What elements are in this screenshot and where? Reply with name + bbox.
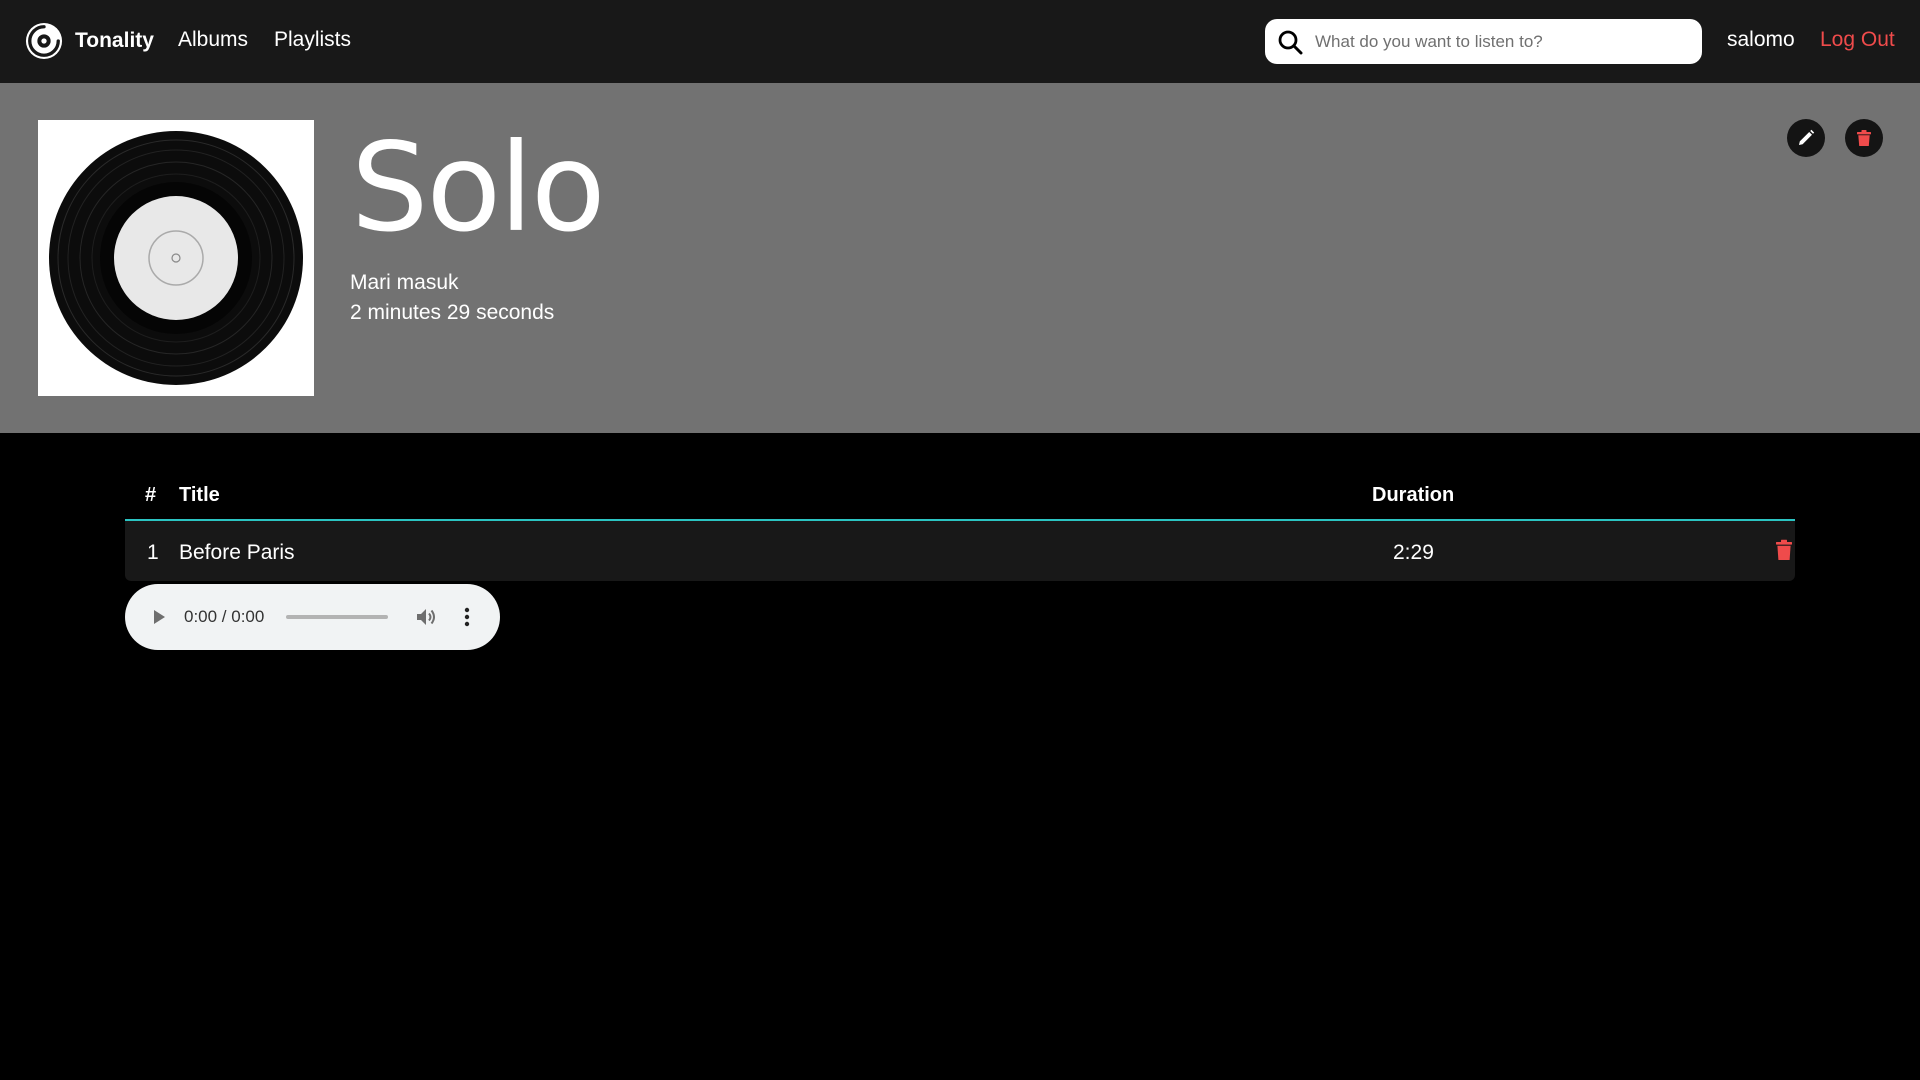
play-button[interactable] — [151, 608, 167, 626]
progress-bar[interactable] — [286, 615, 388, 619]
album-artist: Mari masuk — [350, 271, 459, 294]
table-row[interactable]: 1 Before Paris 2:29 — [125, 521, 1795, 581]
brand-name: Tonality — [75, 29, 154, 52]
search-bar — [1265, 19, 1702, 64]
album-cover — [38, 120, 314, 396]
navbar: Tonality Albums Playlists salomo Log Out — [0, 0, 1920, 83]
track-title: Before Paris — [179, 541, 295, 564]
column-number-header: # — [145, 484, 157, 506]
username: salomo — [1727, 28, 1795, 51]
edit-icon — [1799, 129, 1815, 145]
column-title-header: Title — [179, 484, 220, 506]
delete-track-button[interactable] — [1775, 539, 1793, 561]
table-header: # Title Duration — [125, 470, 1795, 521]
column-duration-header: Duration — [1372, 484, 1455, 506]
nav-playlists-link[interactable]: Playlists — [274, 28, 351, 52]
search-input[interactable] — [1315, 19, 1690, 64]
logo-icon — [25, 22, 63, 60]
search-icon — [1278, 30, 1303, 55]
audio-player: 0:00 / 0:00 — [125, 584, 500, 650]
vinyl-record-icon — [38, 120, 314, 396]
more-options-button[interactable] — [461, 606, 473, 628]
volume-icon — [417, 609, 435, 625]
track-number: 1 — [147, 541, 159, 564]
album-duration: 2 minutes 29 seconds — [350, 301, 555, 324]
brand-link[interactable]: Tonality — [25, 22, 154, 60]
nav-albums-link[interactable]: Albums — [178, 28, 248, 52]
track-table: # Title Duration 1 Before Paris 2:29 — [125, 470, 1795, 581]
album-title: Solo — [351, 117, 606, 259]
volume-button[interactable] — [415, 606, 439, 628]
delete-album-button[interactable] — [1845, 119, 1883, 157]
more-vertical-icon — [464, 607, 470, 627]
edit-album-button[interactable] — [1787, 119, 1825, 157]
trash-icon — [1776, 539, 1792, 560]
player-time: 0:00 / 0:00 — [184, 607, 265, 626]
logout-link[interactable]: Log Out — [1820, 28, 1895, 52]
track-duration: 2:29 — [1393, 541, 1434, 564]
play-icon — [154, 610, 165, 624]
album-header: Solo Mari masuk 2 minutes 29 seconds — [0, 83, 1920, 433]
trash-icon — [1857, 130, 1871, 146]
